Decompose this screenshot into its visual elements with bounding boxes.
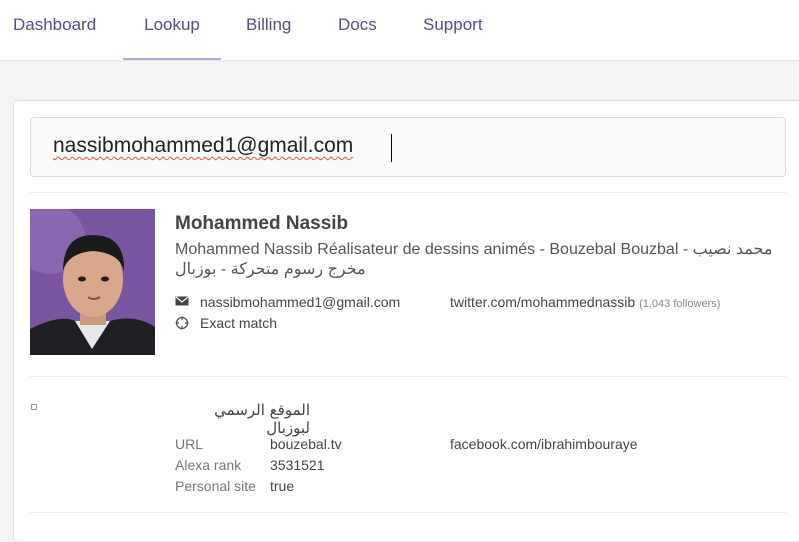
person-name: Mohammed Nassib <box>175 213 349 234</box>
value-personal-site: true <box>270 478 295 494</box>
twitter-followers: (1,043 followers) <box>639 298 721 310</box>
envelope-icon <box>175 295 189 310</box>
avatar <box>30 209 155 355</box>
divider <box>30 192 786 193</box>
value-url[interactable]: bouzebal.tv <box>270 436 342 452</box>
search-input[interactable]: nassibmohammed1@gmail.com <box>30 117 786 177</box>
company-logo-placeholder <box>31 404 37 410</box>
tab-lookup[interactable]: Lookup <box>123 0 221 60</box>
crosshair-icon <box>175 316 189 333</box>
avatar-photo <box>30 209 155 355</box>
tab-docs[interactable]: Docs <box>338 0 377 60</box>
company-title: الموقع الرسمي لبوزبال <box>214 401 310 437</box>
label-personal-site: Personal site <box>175 478 256 494</box>
divider <box>30 512 786 513</box>
twitter-link[interactable]: twitter.com/mohammednassib (1,043 follow… <box>450 294 720 310</box>
person-bio: Mohammed Nassib Réalisateur de dessins a… <box>175 241 773 278</box>
label-url: URL <box>175 436 204 452</box>
tab-billing[interactable]: Billing <box>246 0 291 60</box>
text-caret <box>391 134 392 162</box>
label-alexa-rank: Alexa rank <box>175 457 242 473</box>
match-status: Exact match <box>200 315 278 331</box>
tab-dashboard[interactable]: Dashboard <box>13 0 96 60</box>
twitter-handle[interactable]: twitter.com/mohammednassib <box>450 294 635 310</box>
search-input-value[interactable]: nassibmohammed1@gmail.com <box>53 134 353 158</box>
divider <box>30 376 786 377</box>
top-navigation: Dashboard Lookup Billing Docs Support <box>0 0 799 61</box>
person-email[interactable]: nassibmohammed1@gmail.com <box>200 294 400 310</box>
tab-support[interactable]: Support <box>423 0 483 60</box>
facebook-link[interactable]: facebook.com/ibrahimbouraye <box>450 436 638 452</box>
value-alexa-rank: 3531521 <box>270 457 325 473</box>
